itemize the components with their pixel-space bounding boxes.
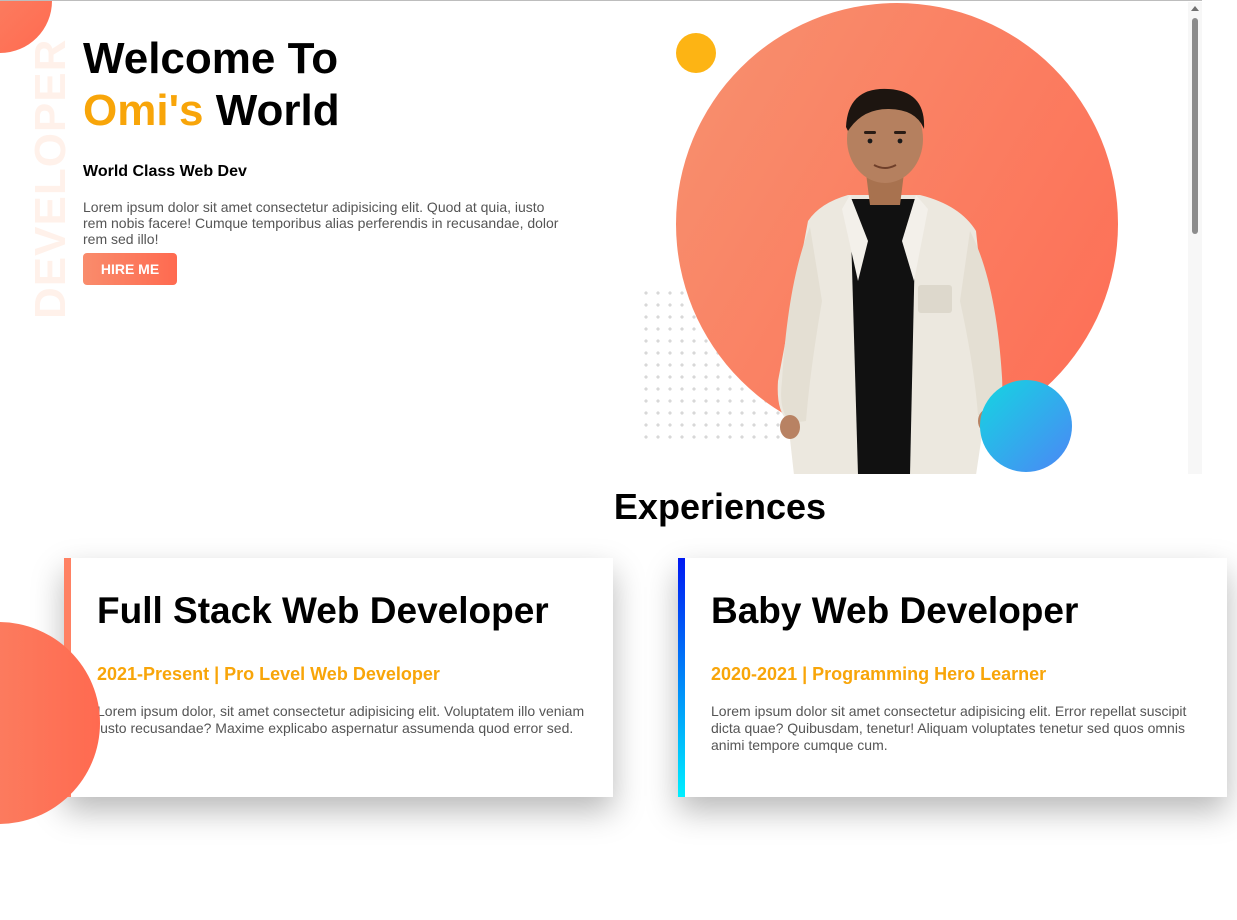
scroll-up-arrow-icon[interactable] xyxy=(1191,6,1199,11)
experience-title: Baby Web Developer xyxy=(711,590,1079,631)
hire-me-button[interactable]: HIRE ME xyxy=(83,253,177,285)
profile-photo xyxy=(777,88,1003,474)
hero-title-rest: World xyxy=(215,86,340,135)
hero-title: Welcome To Omi's World xyxy=(83,33,340,137)
experience-card: Full Stack Web Developer 2021-Present | … xyxy=(64,558,613,797)
experiences-title: Experiences xyxy=(613,486,827,527)
hero-title-name: Omi's xyxy=(83,86,204,135)
vertical-developer-text: DEVELOPER xyxy=(26,38,75,319)
experience-card: Baby Web Developer 2020-2021 | Programmi… xyxy=(678,558,1227,797)
hero-description: Lorem ipsum dolor sit amet consectetur a… xyxy=(83,199,559,247)
decorative-blue-circle xyxy=(980,380,1072,472)
experience-meta: 2021-Present | Pro Level Web Developer xyxy=(97,664,440,684)
experience-meta: 2020-2021 | Programming Hero Learner xyxy=(711,664,1047,684)
experience-description: Lorem ipsum dolor sit amet consectetur a… xyxy=(711,703,1187,753)
hero-scrollbar[interactable] xyxy=(1188,2,1202,474)
decorative-orange-dot xyxy=(676,33,716,73)
scroll-thumb[interactable] xyxy=(1192,18,1198,234)
experience-description: Lorem ipsum dolor, sit amet consectetur … xyxy=(97,703,585,736)
portfolio-page: DEVELOPER Welcome To Omi's World World C… xyxy=(0,0,1237,920)
hero-section: DEVELOPER Welcome To Omi's World World C… xyxy=(0,1,1202,474)
hero-title-line1: Welcome To xyxy=(83,34,339,83)
experience-title: Full Stack Web Developer xyxy=(97,590,549,631)
hero-subtitle: World Class Web Dev xyxy=(83,163,247,180)
